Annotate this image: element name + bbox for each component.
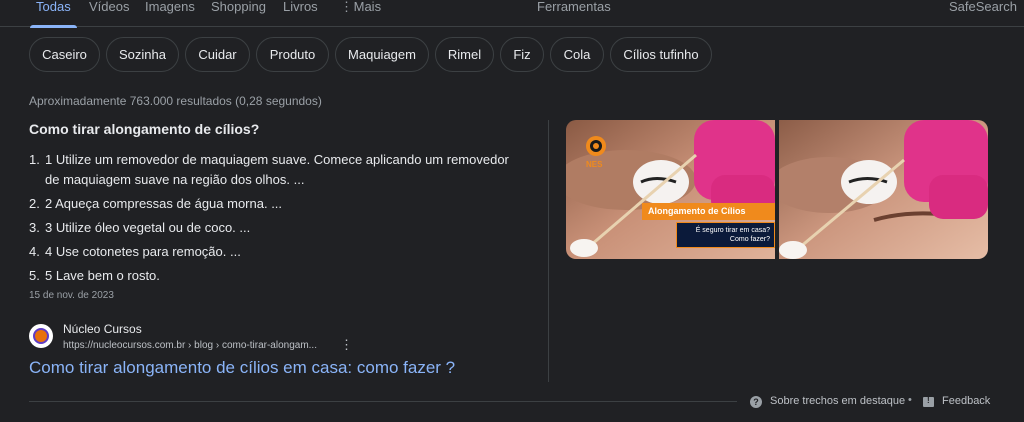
list-item: 5. 5 Lave bem o rosto. [29,266,509,286]
more-vert-icon[interactable]: ⋮ [340,337,353,353]
snippet-steps-list: 1. 1 Utilize um removedor de maquiagem su… [29,150,509,290]
list-item: 1. 1 Utilize um removedor de maquiagem su… [29,150,509,190]
chip-cuidar[interactable]: Cuidar [185,37,250,72]
snippet-image-left[interactable]: NES Alongamento de Cílios É seguro tirar… [566,120,775,259]
step-number: 3. [29,220,40,235]
tab-todas[interactable]: Todas [30,0,77,28]
step-number: 5. [29,268,40,283]
tab-mais-label: Mais [353,0,382,14]
step-text: 5 Lave bem o rosto. [45,268,160,283]
divider [548,120,549,382]
chip-produto[interactable]: Produto [256,37,329,72]
safesearch-button[interactable]: SafeSearch [949,0,1017,27]
banner-sub-line-1: É seguro tirar em casa? [695,227,770,234]
result-title-link[interactable]: Como tirar alongamento de cílios em casa… [29,358,455,378]
chip-cilios-tufinho[interactable]: Cílios tufinho [610,37,712,72]
chip-sozinha[interactable]: Sozinha [106,37,179,72]
chip-cola[interactable]: Cola [550,37,604,72]
feedback-icon[interactable] [923,396,934,407]
step-text: 2 Aqueça compressas de água morna. ... [45,196,283,211]
tab-livros[interactable]: Livros [283,0,318,27]
chip-rimel[interactable]: Rimel [435,37,494,72]
banner-sub-line-2: Como fazer? [729,236,770,243]
more-vert-icon: ⋮ [340,0,353,14]
list-item: 2. 2 Aqueça compressas de água morna. ... [29,194,509,214]
tab-videos[interactable]: Vídeos [89,0,129,27]
divider [29,401,737,402]
help-icon[interactable]: ? [750,396,762,408]
image-banner-subtitle: É seguro tirar em casa? Como fazer? [676,222,775,248]
chip-fiz[interactable]: Fiz [500,37,544,72]
logo-text: NES [586,160,603,169]
tab-mais[interactable]: ⋮ Mais [340,0,381,27]
result-stats: Aproximadamente 763.000 resultados (0,28… [29,94,322,108]
step-text: 1 Utilize um removedor de maquiagem suav… [45,152,509,187]
list-item: 4. 4 Use cotonetes para remoção. ... [29,242,509,262]
site-favicon[interactable] [29,324,53,348]
search-tabs-bar: Todas Vídeos Imagens Shopping Livros ⋮ M… [0,0,1024,28]
list-item: 3. 3 Utilize óleo vegetal ou de coco. ... [29,218,509,238]
chip-maquiagem[interactable]: Maquiagem [335,37,429,72]
tools-button[interactable]: Ferramentas [537,0,611,27]
step-text: 4 Use cotonetes para remoção. ... [45,244,241,259]
step-text: 3 Utilize óleo vegetal ou de coco. ... [45,220,251,235]
site-url[interactable]: https://nucleocursos.com.br › blog › com… [63,340,317,351]
feedback-link[interactable]: Feedback [942,395,990,407]
tab-shopping[interactable]: Shopping [211,0,266,27]
chip-caseiro[interactable]: Caseiro [29,37,100,72]
step-number: 1. [29,152,40,167]
tab-imagens[interactable]: Imagens [145,0,195,27]
separator-dot: • [908,394,912,406]
site-name[interactable]: Núcleo Cursos [63,322,142,336]
image-banner-title: Alongamento de Cílios [642,203,775,220]
step-number: 2. [29,196,40,211]
snippet-date: 15 de nov. de 2023 [29,290,114,301]
step-number: 4. [29,244,40,259]
snippet-image-right[interactable] [779,120,988,259]
about-snippets-link[interactable]: Sobre trechos em destaque [770,395,905,407]
snippet-question: Como tirar alongamento de cílios? [29,121,260,137]
